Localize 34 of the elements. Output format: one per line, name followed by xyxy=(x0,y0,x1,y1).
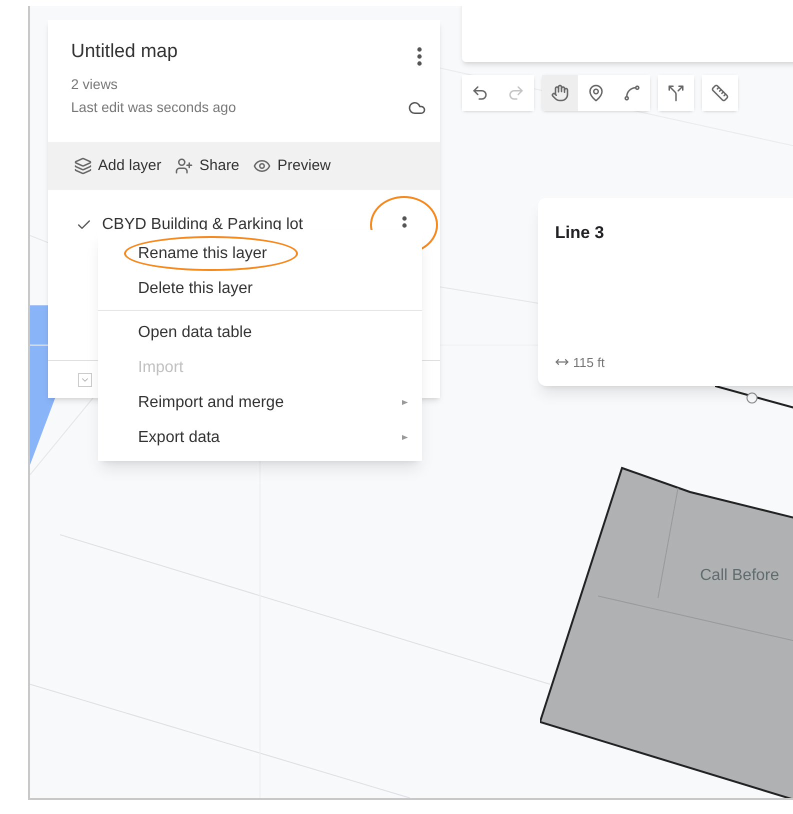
menu-item[interactable]: Rename this layer xyxy=(124,236,298,271)
undo-tool-button[interactable] xyxy=(462,75,498,111)
ruler-icon xyxy=(711,84,729,102)
feature-label: Call Before xyxy=(700,566,780,586)
ruler-tool-button[interactable] xyxy=(702,75,738,111)
route-tool-button[interactable] xyxy=(658,75,694,111)
add-person-icon xyxy=(175,157,194,175)
menu-item[interactable]: Open data table xyxy=(124,315,410,350)
layer-name: CBYD Building & Parking lot xyxy=(102,215,304,235)
undo-icon xyxy=(471,84,489,102)
fork-arrow-icon xyxy=(667,84,685,102)
last-edit-text: Last edit was seconds ago xyxy=(71,98,236,117)
line-tool-button[interactable] xyxy=(614,75,650,111)
menu-item[interactable]: Delete this layer xyxy=(124,271,410,306)
map-title: Untitled map xyxy=(71,40,178,64)
eye-icon xyxy=(253,157,272,175)
submenu-arrow-icon xyxy=(402,435,408,440)
hand-icon xyxy=(551,84,569,102)
layers-action-button[interactable]: Add layer xyxy=(74,154,162,178)
preview-action-button[interactable]: Preview xyxy=(253,154,331,178)
popup-title: Line 3 xyxy=(555,222,606,244)
pin-icon xyxy=(587,84,605,102)
redo-icon xyxy=(507,84,525,102)
menu-item[interactable]: Reimport and merge xyxy=(124,385,410,420)
marker-tool-button[interactable] xyxy=(578,75,614,111)
submenu-arrow-icon xyxy=(402,400,408,405)
more-icon xyxy=(417,46,422,66)
menu-item[interactable]: Export data xyxy=(124,420,410,455)
share-action-button[interactable]: Share xyxy=(175,154,240,178)
layers-icon xyxy=(74,157,92,175)
line-length: 115 ft xyxy=(573,354,605,372)
view-count: 2 views xyxy=(70,75,119,94)
line-icon xyxy=(623,84,641,102)
hand-tool-button[interactable] xyxy=(542,75,578,111)
